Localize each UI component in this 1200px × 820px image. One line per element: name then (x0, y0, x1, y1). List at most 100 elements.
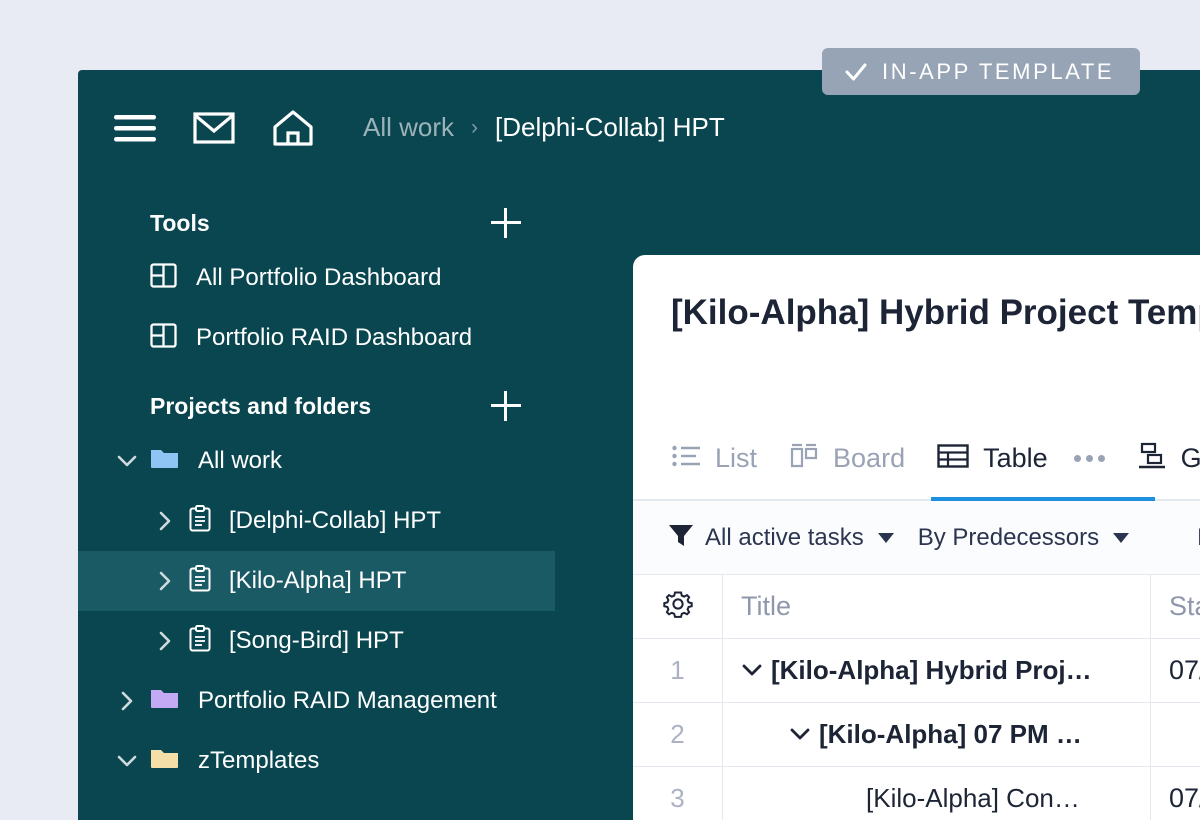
dot (1085, 454, 1093, 462)
tree-item-label: [Kilo-Alpha] HPT (229, 567, 407, 594)
filter-dropdown[interactable]: All active tasks (655, 512, 906, 564)
gear-icon (662, 588, 694, 625)
chevron-right-icon[interactable] (152, 508, 178, 534)
column-header-title[interactable]: Title (723, 575, 1151, 638)
chevron-down-icon[interactable] (741, 664, 763, 677)
dot (1097, 454, 1105, 462)
envelope-glyph (193, 111, 235, 144)
chevron-down-icon[interactable] (114, 748, 140, 774)
add-project-button[interactable] (491, 391, 521, 421)
clipboard-icon (188, 624, 212, 658)
tab-label: Table (983, 442, 1048, 473)
chevron-down-icon[interactable] (789, 728, 811, 741)
filter-funnel-icon (667, 521, 695, 554)
more-options-icon[interactable] (1073, 454, 1105, 462)
table-row[interactable]: 1 [Kilo-Alpha] Hybrid Proj… 07/22/20 (633, 639, 1200, 703)
folder-icon (150, 447, 180, 476)
table-header-row: Title Start dat (633, 575, 1200, 639)
tab-gantt[interactable]: Gantt (1121, 416, 1200, 500)
column-header-start-date[interactable]: Start dat (1151, 575, 1200, 638)
dashboard-icon (150, 262, 177, 294)
sidebar-section-title: Tools (150, 209, 210, 236)
tree-item-ztemplates[interactable]: zTemplates (78, 731, 555, 791)
folder-icon (150, 747, 180, 776)
badge-label: IN-APP TEMPLATE (882, 58, 1115, 84)
tree-item-label: All work (198, 447, 283, 474)
row-title-cell[interactable]: [Kilo-Alpha] Con… (723, 767, 1151, 820)
gantt-icon (1137, 442, 1167, 475)
table-toolbar: All active tasks By Predecessors Expand (633, 501, 1200, 575)
folder-glyph (151, 449, 178, 468)
clipboard-glyph (189, 564, 211, 591)
table-glyph (937, 443, 969, 468)
hamburger-menu-glyph (114, 114, 156, 141)
add-tool-button[interactable] (491, 208, 521, 238)
breadcrumb-current-item[interactable]: [Delphi-Collab] HPT (495, 112, 725, 143)
sidebar-item-all-portfolio-dashboard[interactable]: All Portfolio Dashboard (78, 248, 555, 308)
table-icon (937, 443, 969, 474)
table-settings-button[interactable] (633, 575, 723, 638)
sidebar-section-tools: Tools (78, 198, 555, 248)
chevron-right-icon[interactable] (152, 628, 178, 654)
breadcrumb-root-link[interactable]: All work (363, 112, 454, 143)
column-label: Start dat (1169, 591, 1200, 621)
tab-list[interactable]: List (655, 416, 773, 500)
row-number: 2 (670, 719, 685, 749)
content-panel: [Kilo-Alpha] Hybrid Project Templat (633, 255, 1200, 820)
board-glyph (790, 443, 818, 467)
list-icon (671, 443, 701, 474)
filter-funnel-glyph (669, 525, 693, 546)
list-glyph (672, 445, 700, 466)
chevron-down-icon (877, 532, 894, 543)
in-app-template-badge: IN-APP TEMPLATE (822, 48, 1141, 95)
chevron-right-icon[interactable] (114, 688, 140, 714)
row-start-date-cell[interactable]: 07/22/20 (1151, 639, 1200, 702)
app-window: All work › [Delphi-Collab] HPT Tools All… (78, 70, 1200, 820)
task-title: [Kilo-Alpha] Hybrid Proj… (771, 655, 1092, 685)
chevron-right-glyph (159, 631, 170, 651)
row-title-cell[interactable]: [Kilo-Alpha] 07 PM … (723, 703, 1151, 766)
sidebar-item-portfolio-raid-dashboard[interactable]: Portfolio RAID Dashboard (78, 308, 555, 368)
expand-button[interactable]: Expand (1185, 512, 1200, 564)
view-tabs: List Board Table G (633, 416, 1200, 502)
filter-label: All active tasks (705, 523, 864, 551)
page-title: [Kilo-Alpha] Hybrid Project Templat (671, 293, 1200, 332)
row-number: 3 (670, 783, 685, 813)
dashboard-icon (150, 322, 177, 354)
tab-table[interactable]: Table (921, 416, 1155, 502)
chevron-down-glyph (742, 664, 762, 676)
chevron-right-glyph (159, 511, 170, 531)
row-number: 1 (670, 655, 685, 685)
chevron-down-glyph (790, 728, 810, 740)
group-by-label: By Predecessors (917, 523, 1100, 551)
tree-item-portfolio-raid-management[interactable]: Portfolio RAID Management (78, 671, 555, 731)
chevron-down-glyph (117, 755, 137, 766)
chevron-right-icon[interactable] (152, 568, 178, 594)
group-by-dropdown[interactable]: By Predecessors (906, 512, 1141, 564)
tree-item-kilo-alpha-hpt[interactable]: [Kilo-Alpha] HPT (78, 551, 555, 611)
breadcrumb: All work › [Delphi-Collab] HPT (363, 112, 725, 143)
tree-item-all-work[interactable]: All work (78, 431, 555, 491)
hamburger-menu-icon[interactable] (112, 105, 158, 151)
table-row[interactable]: 2 [Kilo-Alpha] 07 PM … (633, 703, 1200, 767)
chevron-right-glyph (121, 691, 132, 711)
chevron-down-icon[interactable] (114, 448, 140, 474)
tree-item-song-bird-hpt[interactable]: [Song-Bird] HPT (78, 611, 555, 671)
tab-board[interactable]: Board (773, 416, 921, 500)
task-table: Title Start dat 1 (633, 575, 1200, 820)
board-icon (789, 443, 819, 474)
table-row[interactable]: 3 [Kilo-Alpha] Con… 07/22/20 (633, 767, 1200, 820)
start-date-value: 07/22/20 (1169, 655, 1200, 685)
sidebar-item-label: Portfolio RAID Dashboard (196, 324, 473, 351)
row-start-date-cell[interactable] (1151, 703, 1200, 766)
tree-item-delphi-collab-hpt[interactable]: [Delphi-Collab] HPT (78, 491, 555, 551)
home-glyph (273, 109, 313, 146)
row-title-cell[interactable]: [Kilo-Alpha] Hybrid Proj… (723, 639, 1151, 702)
task-title: [Kilo-Alpha] 07 PM … (819, 719, 1082, 749)
breadcrumb-separator-icon: › (471, 116, 479, 139)
row-start-date-cell[interactable]: 07/22/20 (1151, 767, 1200, 820)
home-icon[interactable] (270, 105, 316, 151)
dashboard-glyph (150, 263, 177, 288)
row-number-cell: 1 (633, 639, 723, 702)
envelope-icon[interactable] (191, 105, 237, 151)
